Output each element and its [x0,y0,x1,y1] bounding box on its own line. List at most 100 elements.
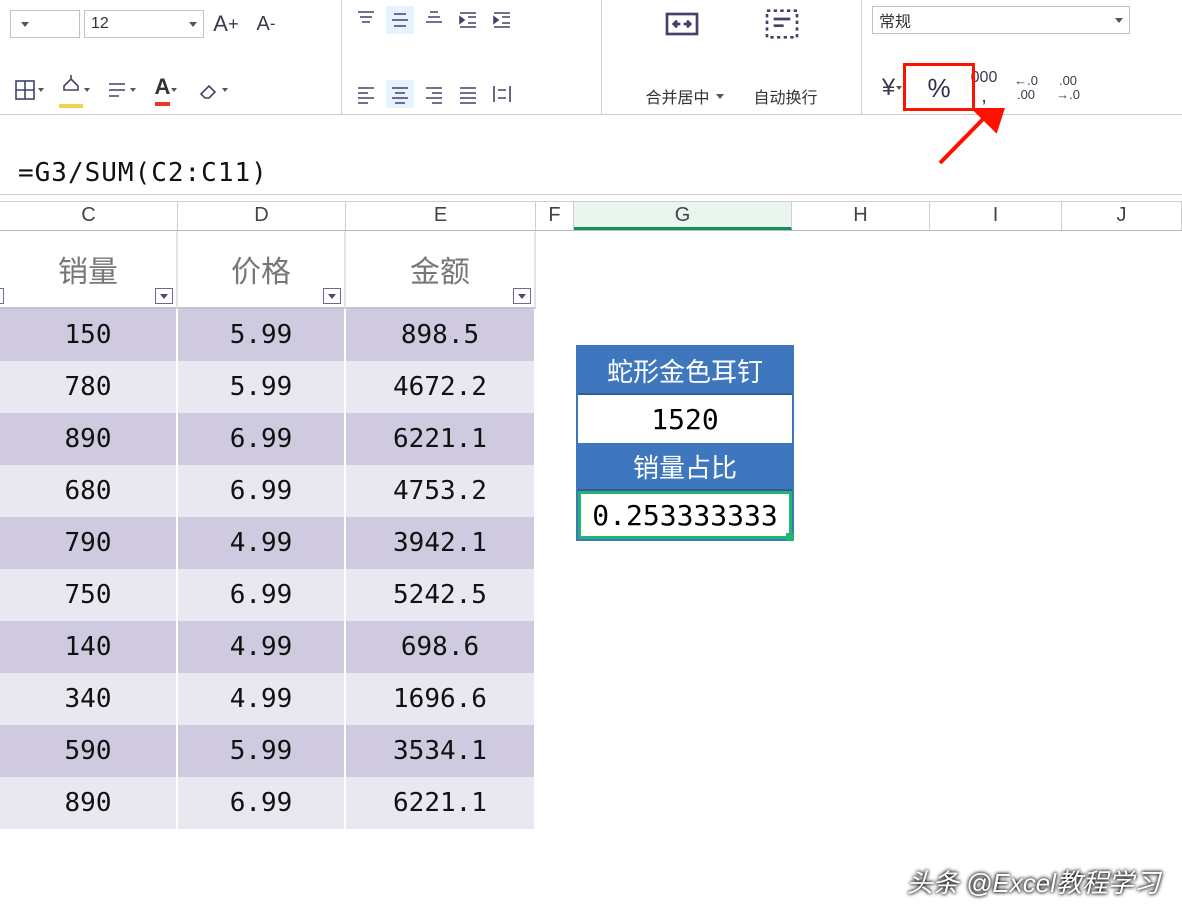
cell[interactable]: 4753.2 [346,465,536,517]
table-row: 6806.994753.2 [0,465,536,517]
ribbon-group-number: 常规 ¥ % 000, ←.0.00 .00→.0 [862,0,1172,114]
ribbon-toolbar: 12 A+ A- A [0,0,1182,115]
ribbon-group-font: 12 A+ A- A [0,0,342,114]
cell[interactable]: 698.6 [346,621,536,673]
cell[interactable]: 6.99 [178,465,346,517]
currency-button[interactable]: ¥ [872,70,912,106]
summary-ratio-label[interactable]: 销量占比 [578,443,792,491]
align-right-button[interactable] [420,80,448,108]
cell[interactable]: 4.99 [178,621,346,673]
align-left-button[interactable] [352,80,380,108]
ribbon-group-merge: 合并居中 自动换行 [602,0,862,114]
col-header-j[interactable]: J [1062,201,1182,230]
chevron-down-icon [1115,18,1123,23]
summary-title[interactable]: 蛇形金色耳钉 [578,347,792,395]
col-header-g-selected[interactable]: G [574,201,792,230]
merge-cells-button[interactable] [657,6,707,42]
col-header-d[interactable]: D [178,201,346,230]
chevron-down-icon [716,94,724,99]
cell[interactable]: 6.99 [178,777,346,829]
align-top-button[interactable] [352,6,380,34]
number-format-value: 常规 [879,8,911,32]
cell[interactable]: 5.99 [178,309,346,361]
cell[interactable]: 4672.2 [346,361,536,413]
filter-button[interactable] [0,288,4,304]
table-row: 3404.991696.6 [0,673,536,725]
decrease-indent-button[interactable] [454,6,482,34]
table-header-row: 销量 价格 金额 [0,231,536,309]
table-row: 5905.993534.1 [0,725,536,777]
borders-button[interactable] [10,72,46,108]
col-header-i[interactable]: I [930,201,1062,230]
cell[interactable]: 6221.1 [346,777,536,829]
cell[interactable]: 150 [0,309,178,361]
cell[interactable]: 680 [0,465,178,517]
cell[interactable]: 4.99 [178,673,346,725]
cell[interactable]: 1696.6 [346,673,536,725]
wrap-text-label[interactable]: 自动换行 [754,84,818,108]
distribute-button[interactable] [488,80,516,108]
table-row: 8906.996221.1 [0,413,536,465]
table-row: 1404.99698.6 [0,621,536,673]
cell[interactable]: 4.99 [178,517,346,569]
font-size-selector[interactable]: 12 [84,10,204,38]
wrap-text-button[interactable] [757,6,807,42]
cell[interactable]: 5.99 [178,725,346,777]
cell[interactable]: 750 [0,569,178,621]
ribbon-group-align [342,0,602,114]
cell[interactable]: 890 [0,413,178,465]
cell[interactable]: 140 [0,621,178,673]
filter-button[interactable] [155,288,173,304]
summary-value[interactable]: 1520 [578,395,792,443]
cell[interactable]: 5.99 [178,361,346,413]
header-price[interactable]: 价格 [178,231,346,309]
annotation-highlight-box [903,63,975,111]
cell[interactable]: 590 [0,725,178,777]
formula-bar[interactable]: =G3/SUM(C2:C11) [0,151,1182,195]
increase-decimal-button[interactable]: ←.0.00 [1008,70,1044,106]
increase-font-button[interactable]: A+ [208,6,244,42]
cell[interactable]: 3534.1 [346,725,536,777]
col-header-c[interactable]: C [0,201,178,230]
align-middle-button[interactable] [386,6,414,34]
cell[interactable]: 6.99 [178,413,346,465]
cell[interactable]: 340 [0,673,178,725]
cell[interactable]: 6.99 [178,569,346,621]
cell[interactable]: 890 [0,777,178,829]
table-row: 7904.993942.1 [0,517,536,569]
header-amount[interactable]: 金额 [346,231,536,309]
fill-color-button[interactable] [56,72,92,108]
align-bottom-button[interactable] [420,6,448,34]
col-header-f[interactable]: F [536,201,574,230]
cell[interactable]: 3942.1 [346,517,536,569]
cell[interactable]: 780 [0,361,178,413]
comma-style-button[interactable]: 000, [966,70,1002,106]
justify-button[interactable] [454,80,482,108]
cell[interactable]: 5242.5 [346,569,536,621]
col-header-e[interactable]: E [346,201,536,230]
watermark-text: 头条 @Excel教程学习 [907,863,1160,900]
summary-ratio-selected-cell[interactable]: 0.253333333 [578,491,792,539]
percent-style-button[interactable]: % [918,68,960,108]
number-format-selector[interactable]: 常规 [872,6,1130,34]
cell[interactable]: 790 [0,517,178,569]
header-sales[interactable]: 销量 [0,231,178,309]
table-row: 7805.994672.2 [0,361,536,413]
increase-indent-button[interactable] [488,6,516,34]
font-color-button[interactable]: A [148,72,184,108]
merge-cells-label[interactable]: 合并居中 [645,84,723,108]
eraser-button[interactable] [194,72,230,108]
filter-button[interactable] [513,288,531,304]
align-center-button[interactable] [386,80,414,108]
filter-button[interactable] [323,288,341,304]
column-headers: C D E F G H I J [0,201,1182,231]
decrease-decimal-button[interactable]: .00→.0 [1050,70,1086,106]
cell[interactable]: 6221.1 [346,413,536,465]
cell[interactable]: 898.5 [346,309,536,361]
table-row: 1505.99898.5 [0,309,536,361]
font-name-selector[interactable] [10,10,80,38]
cell-style-button[interactable] [102,72,138,108]
table-row: 7506.995242.5 [0,569,536,621]
decrease-font-button[interactable]: A- [248,6,284,42]
col-header-h[interactable]: H [792,201,930,230]
